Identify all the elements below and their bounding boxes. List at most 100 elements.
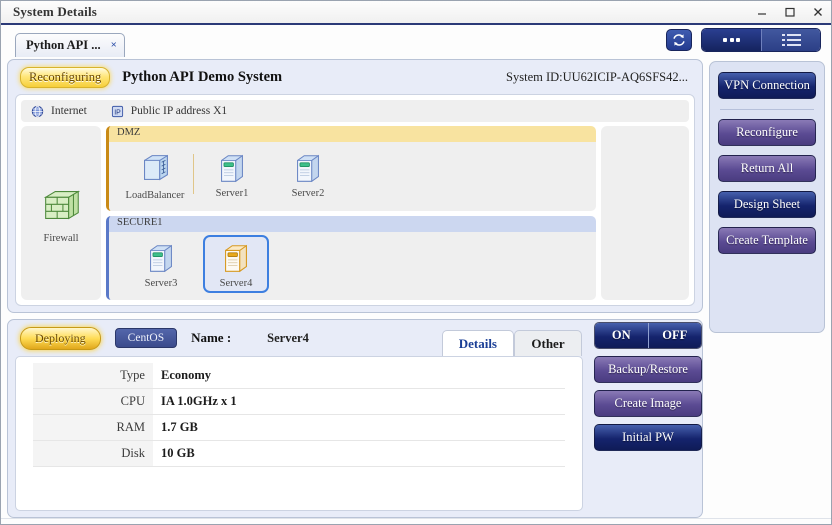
table-row: CPU IA 1.0GHz x 1 [32,388,566,415]
details-panel: Deploying CentOS Name : Server4 Details … [7,319,703,518]
bottom-edge [1,518,831,524]
diagram-canvas: Firewall DMZ LoadBalancer Server1 Server… [21,126,689,300]
public-ip-node[interactable]: IP Public IP address X1 [111,105,227,118]
table-row: RAM 1.7 GB [32,414,566,441]
view-icon-mode-button[interactable] [702,29,761,51]
property-value: 10 GB [152,440,566,467]
system-id: System ID:UU62ICIP-AQ6SFS42... [506,69,688,84]
power-actions: ON OFF Backup/Restore Create Image Initi… [590,320,702,511]
network-top-bar: Internet IP Public IP address X1 [21,100,689,122]
system-panel: Reconfiguring Python API Demo System Sys… [7,59,703,313]
maximize-button[interactable] [783,5,797,19]
system-header: Reconfiguring Python API Demo System Sys… [8,60,702,94]
view-list-mode-button[interactable] [761,29,820,51]
deploy-status-badge: Deploying [20,326,101,350]
list-view-icon [781,33,801,47]
power-toggle[interactable]: ON OFF [594,322,702,349]
server-icon-selected [225,244,247,272]
ip-address-icon: IP [111,105,123,117]
details-left: Deploying CentOS Name : Server4 Details … [8,320,590,511]
vpn-connection-button[interactable]: VPN Connection [718,72,816,99]
node-server2[interactable]: Server2 [276,147,340,201]
node-server1[interactable]: Server1 [200,147,264,201]
public-ip-label: Public IP address X1 [130,105,228,117]
globe-icon [31,105,44,117]
zone-dmz: DMZ LoadBalancer Server1 Server2 [106,126,596,211]
icon-view-icon [723,38,740,42]
property-value: Economy [152,363,566,389]
window-title: System Details [13,4,98,19]
os-badge: CentOS [114,328,178,348]
close-icon[interactable]: × [111,40,117,51]
create-image-button[interactable]: Create Image [594,390,702,417]
tab-other[interactable]: Other [514,330,582,356]
close-button[interactable] [811,5,825,19]
action-rail: VPN Connection Reconfigure Return All De… [709,61,825,333]
create-template-button[interactable]: Create Template [718,227,816,254]
network-diagram: Internet IP Public IP address X1 Firewal… [15,94,695,306]
server-icon [150,244,172,272]
zone-dmz-label: DMZ [109,126,596,142]
minimize-button[interactable] [755,5,769,19]
firewall-label: Firewall [43,233,79,244]
zone-secure1: SECURE1 Server3 Server4 [106,215,596,300]
rail-divider [720,109,814,110]
name-value: Server4 [267,330,309,345]
property-key: CPU [32,388,153,415]
node-loadbalancer[interactable]: LoadBalancer [123,145,187,203]
return-all-button[interactable]: Return All [718,155,816,182]
tab-strip: Python API ... × [1,25,831,57]
node-label: Server3 [144,277,178,289]
node-server3[interactable]: Server3 [129,237,193,291]
internet-label: Internet [51,105,87,117]
table-row: Type Economy [32,363,566,389]
firewall-icon [43,190,81,220]
server-icon [297,155,319,183]
property-key: Type [32,363,153,389]
property-value: IA 1.0GHz x 1 [152,388,566,415]
power-on-button[interactable]: ON [595,323,648,348]
internet-node[interactable]: Internet [31,105,87,118]
refresh-icon[interactable] [666,29,692,51]
backup-restore-button[interactable]: Backup/Restore [594,356,702,383]
status-badge: Reconfiguring [20,66,111,88]
tab-label: Python API ... [26,38,101,52]
server-icon [221,155,243,183]
property-key: Disk [32,440,153,467]
window-controls [755,1,825,23]
details-row: Deploying CentOS Name : Server4 Details … [8,320,702,511]
reconfigure-button[interactable]: Reconfigure [718,119,816,146]
page-title: Python API Demo System [122,68,283,85]
system-details-window: System Details Python API ... × Reconfig… [0,0,832,525]
property-key: RAM [32,414,153,441]
toolbar [666,28,821,52]
main-body: Reconfiguring Python API Demo System Sys… [1,55,831,518]
node-label: Server1 [215,188,249,200]
initial-pw-button[interactable]: Initial PW [594,424,702,451]
left-column: Reconfiguring Python API Demo System Sys… [7,59,703,518]
node-label: Server4 [219,277,253,289]
node-label: LoadBalancer [125,190,185,202]
node-server4[interactable]: Server4 [203,234,269,293]
details-tabs: Details Other [441,320,582,356]
diagram-side-panel [601,126,689,300]
node-label: Server2 [291,188,325,200]
properties-table: Type Economy CPU IA 1.0GHz x 1 RAM 1.7 G… [32,363,566,467]
title-bar: System Details [1,1,831,25]
table-row: Disk 10 GB [32,440,566,467]
power-off-button[interactable]: OFF [647,323,701,348]
tab-python-api[interactable]: Python API ... × [15,33,125,57]
loadbalancer-icon [144,154,168,181]
zone-divider [193,154,194,195]
details-body: Type Economy CPU IA 1.0GHz x 1 RAM 1.7 G… [15,356,583,511]
property-value: 1.7 GB [152,414,566,441]
name-label: Name : [191,330,232,345]
view-mode-toggle[interactable] [701,28,821,52]
zone-dmz-body: LoadBalancer Server1 Server2 [109,142,596,211]
tab-details[interactable]: Details [441,330,514,356]
svg-text:IP: IP [114,109,121,116]
design-sheet-button[interactable]: Design Sheet [718,191,816,218]
details-header: Deploying CentOS Name : Server4 Details … [8,320,590,356]
zone-secure1-body: Server3 Server4 [109,231,596,300]
firewall-node[interactable]: Firewall [21,126,101,300]
